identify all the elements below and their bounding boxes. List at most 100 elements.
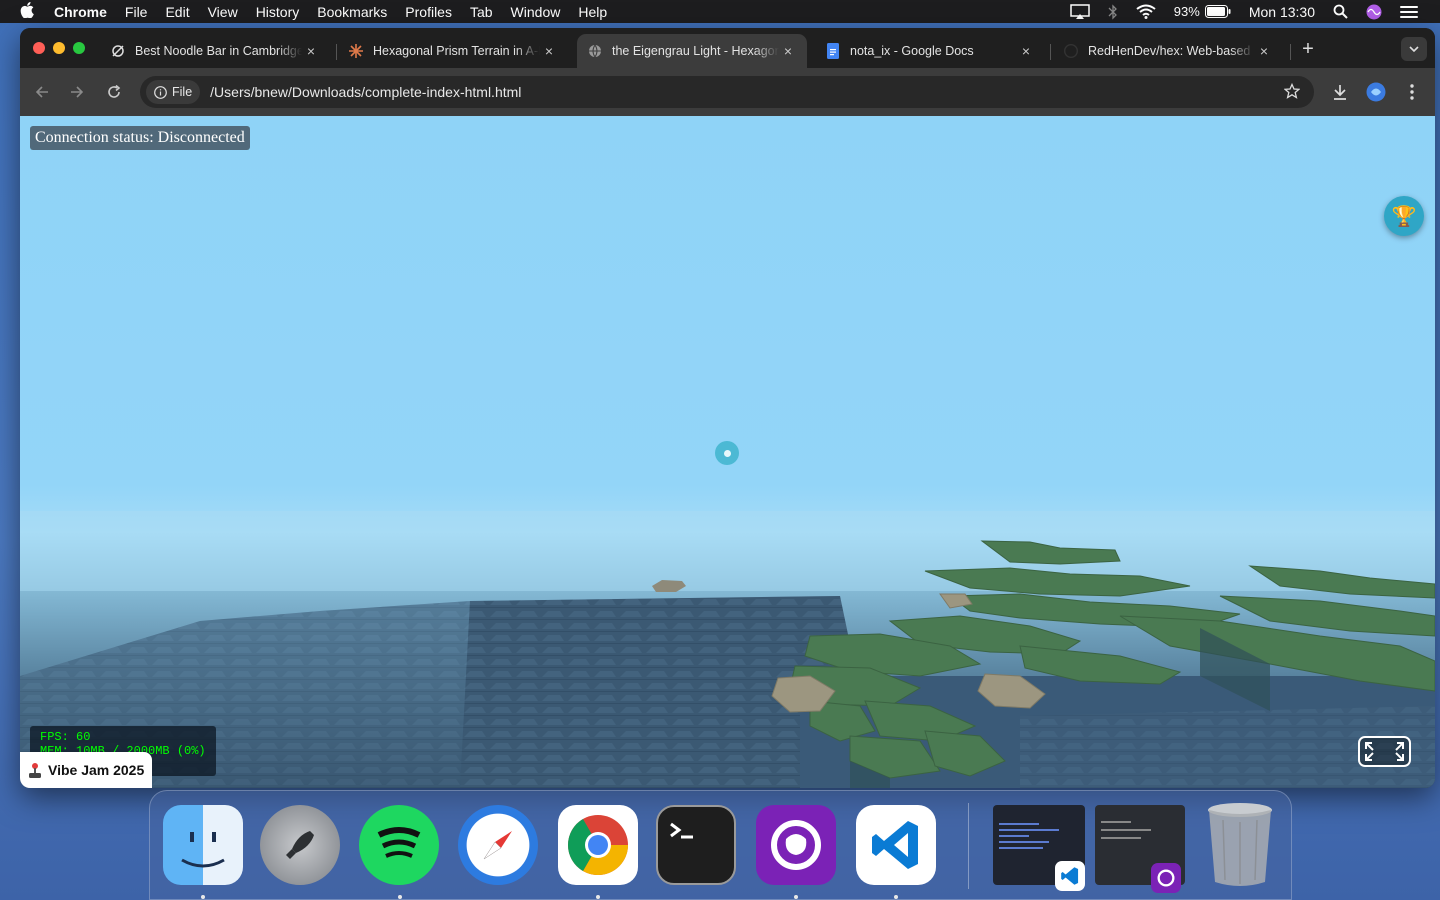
menu-view[interactable]: View — [199, 4, 247, 20]
download-icon — [1334, 85, 1346, 100]
menu-tab[interactable]: Tab — [461, 4, 502, 20]
battery-icon — [1204, 5, 1231, 18]
chevron-down-icon — [1409, 46, 1419, 52]
running-indicator — [596, 895, 600, 899]
tab-eigengrau-light[interactable]: the Eigengrau Light - Hexagon × — [577, 34, 807, 68]
bookmark-star-icon[interactable] — [1283, 82, 1301, 104]
airplay-icon[interactable] — [1061, 0, 1099, 23]
expand-icon — [1365, 742, 1404, 761]
new-tab-button[interactable]: + — [1296, 38, 1320, 61]
tab-title: the Eigengrau Light - Hexagon — [612, 44, 779, 58]
apple-menu-icon[interactable] — [0, 1, 54, 22]
close-tab-icon[interactable]: × — [1255, 43, 1273, 59]
fps-counter: FPS: 60 — [40, 730, 91, 744]
running-indicator — [398, 895, 402, 899]
tab-title: nota_ix - Google Docs — [850, 44, 974, 58]
close-window-button[interactable] — [33, 42, 45, 54]
tab-github-hex[interactable]: RedHenDev/hex: Web-based × — [1053, 34, 1283, 68]
window-controls — [33, 42, 85, 54]
avatar-icon — [1366, 82, 1386, 102]
menu-file[interactable]: File — [116, 4, 157, 20]
bluetooth-icon[interactable] — [1099, 0, 1127, 23]
dock-divider — [968, 803, 969, 889]
info-icon — [154, 85, 167, 99]
tab-divider — [336, 44, 337, 60]
site-info-chip[interactable]: File — [146, 80, 201, 104]
browser-toolbar: File /Users/bnew/Downloads/complete-inde… — [20, 68, 1435, 116]
running-indicator — [894, 895, 898, 899]
menu-bookmarks[interactable]: Bookmarks — [308, 4, 396, 20]
leaderboard-trophy-button[interactable]: 🏆 — [1384, 196, 1424, 236]
safari-icon[interactable] — [458, 805, 538, 885]
profile-avatar[interactable] — [1362, 78, 1390, 106]
site-info-label: File — [172, 85, 193, 99]
tab-hexagonal-terrain[interactable]: Hexagonal Prism Terrain in A-Frame × — [338, 34, 568, 68]
browser-window: Best Noodle Bar in Cambridge × Hexagonal… — [20, 28, 1435, 788]
minimize-window-button[interactable] — [53, 42, 65, 54]
tab-title: RedHenDev/hex: Web-based — [1088, 44, 1251, 58]
vscode-icon[interactable] — [856, 805, 936, 885]
macos-menubar: Chrome File Edit View History Bookmarks … — [0, 0, 1440, 23]
globe-icon — [587, 43, 603, 59]
back-button[interactable] — [28, 78, 56, 106]
docs-icon — [825, 43, 841, 59]
browser-menu-button[interactable] — [1398, 78, 1426, 106]
tab-strip: Best Noodle Bar in Cambridge × Hexagonal… — [20, 28, 1435, 68]
tab-title: Best Noodle Bar in Cambridge — [135, 44, 302, 58]
spotlight-search-icon[interactable] — [1324, 0, 1357, 23]
arrow-right-icon — [71, 86, 84, 98]
menubar-status-area: 93% Mon 13:30 — [1061, 0, 1440, 23]
clock[interactable]: Mon 13:30 — [1240, 0, 1324, 23]
tab-divider — [1050, 44, 1051, 60]
tab-google-docs[interactable]: nota_ix - Google Docs × — [815, 34, 1045, 68]
github-badge-icon — [1151, 863, 1181, 893]
zoom-window-button[interactable] — [73, 42, 85, 54]
launchpad-icon[interactable] — [260, 805, 340, 885]
vscode-window-thumbnail[interactable] — [993, 805, 1085, 891]
menu-help[interactable]: Help — [569, 4, 616, 20]
reload-icon — [108, 85, 121, 98]
battery-status[interactable]: 93% — [1165, 0, 1240, 23]
joystick-icon — [29, 763, 41, 778]
trash-icon[interactable] — [1200, 803, 1280, 886]
vscode-badge-icon — [1055, 861, 1085, 891]
running-indicator — [794, 895, 798, 899]
control-center-icon[interactable] — [1391, 0, 1440, 23]
reload-button[interactable] — [100, 78, 128, 106]
url-text[interactable]: /Users/bnew/Downloads/complete-index-htm… — [210, 84, 521, 100]
close-tab-icon[interactable]: × — [1017, 43, 1035, 59]
menu-history[interactable]: History — [247, 4, 309, 20]
tab-title: Hexagonal Prism Terrain in A-Frame — [373, 44, 540, 58]
noodle-icon — [110, 43, 126, 59]
running-indicator — [201, 895, 205, 899]
wifi-icon[interactable] — [1127, 0, 1165, 23]
menu-edit[interactable]: Edit — [156, 4, 198, 20]
battery-percent: 93% — [1173, 4, 1200, 19]
address-bar[interactable]: File /Users/bnew/Downloads/complete-inde… — [140, 76, 1314, 108]
close-tab-icon[interactable]: × — [779, 43, 797, 59]
close-tab-icon[interactable]: × — [302, 43, 320, 59]
github-window-thumbnail[interactable] — [1095, 805, 1185, 893]
more-vert-icon — [1410, 84, 1414, 100]
spotify-icon[interactable] — [359, 805, 439, 885]
vibe-jam-badge[interactable]: Vibe Jam 2025 — [20, 752, 153, 788]
github-desktop-icon[interactable] — [756, 805, 836, 885]
chrome-icon[interactable] — [558, 805, 638, 885]
crosshair-reticle — [715, 441, 739, 465]
arrow-left-icon — [35, 86, 48, 98]
fullscreen-button[interactable] — [1358, 736, 1411, 767]
downloads-button[interactable] — [1326, 78, 1354, 106]
trophy-icon: 🏆 — [1391, 205, 1417, 228]
vibe-jam-label: Vibe Jam 2025 — [48, 762, 145, 778]
terminal-icon[interactable] — [656, 805, 736, 885]
close-tab-icon[interactable]: × — [540, 43, 558, 59]
siri-icon[interactable] — [1357, 0, 1391, 23]
menu-profiles[interactable]: Profiles — [396, 4, 461, 20]
game-canvas[interactable]: Connection status: Disconnected 🏆 FPS: 6… — [20, 116, 1435, 788]
forward-button[interactable] — [63, 78, 91, 106]
tab-search-button[interactable] — [1401, 37, 1427, 61]
finder-icon[interactable] — [163, 805, 243, 885]
tab-noodle-bar[interactable]: Best Noodle Bar in Cambridge × — [100, 34, 330, 68]
menu-window[interactable]: Window — [502, 4, 570, 20]
menu-app-name[interactable]: Chrome — [54, 4, 116, 20]
